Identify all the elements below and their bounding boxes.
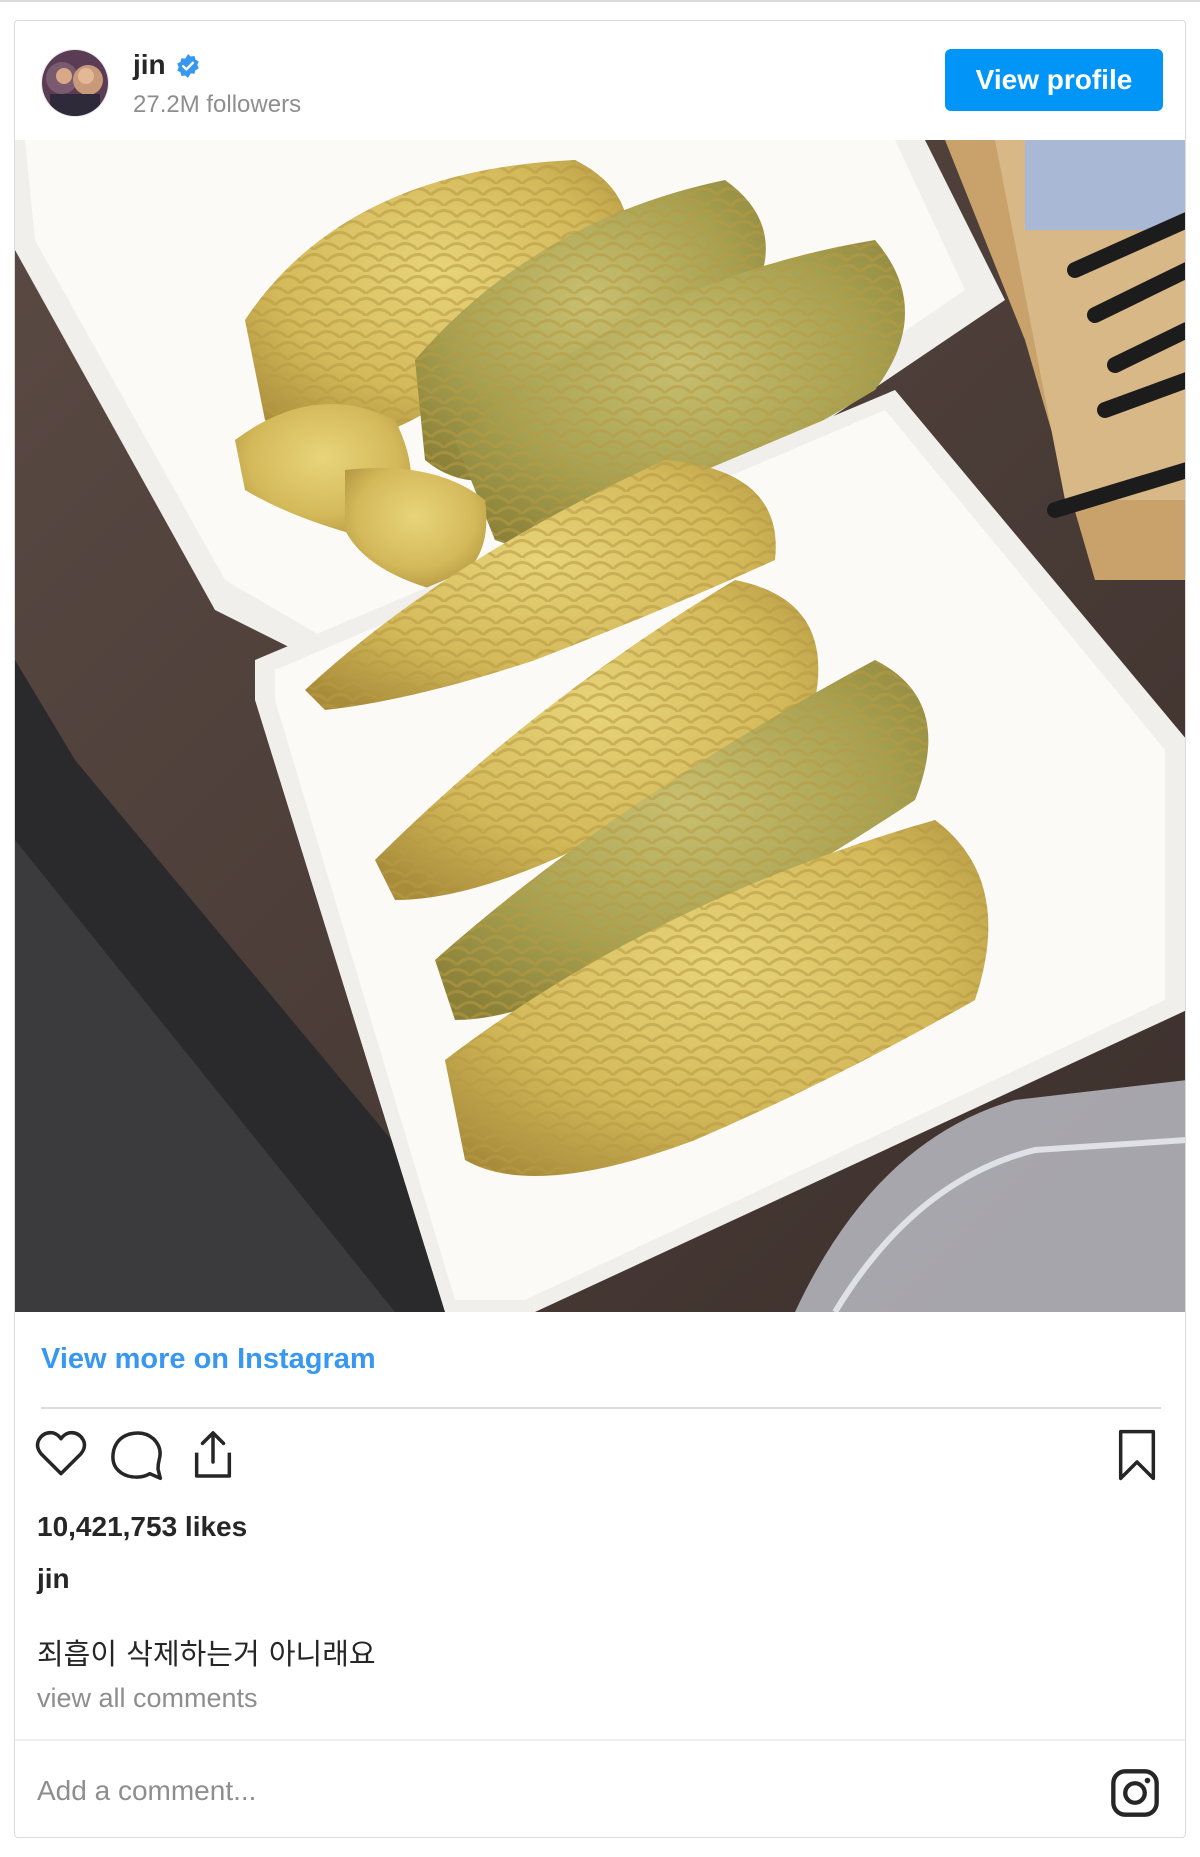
verified-badge-icon [177,54,199,78]
instagram-icon[interactable] [1109,1767,1161,1819]
caption-text: 죄흡이 삭제하는거 아니래요 [37,1637,376,1671]
instagram-embed-card: jin 27.2M followers View profile View mo… [14,20,1186,1838]
divider [15,1739,1185,1741]
action-bar [15,1421,1185,1491]
avatar[interactable] [41,49,109,117]
caption-author[interactable]: jin [37,1563,70,1595]
username[interactable]: jin [133,49,166,81]
comment-icon[interactable] [109,1427,165,1483]
heart-icon[interactable] [33,1427,89,1483]
bookmark-icon[interactable] [1109,1427,1165,1483]
view-all-comments-link[interactable]: view all comments [37,1683,258,1714]
comment-input[interactable] [37,1761,1037,1821]
post-photo[interactable] [15,140,1185,1312]
share-icon[interactable] [185,1427,241,1483]
view-profile-button[interactable]: View profile [945,49,1163,111]
page-top-border [0,0,1200,2]
follower-count: 27.2M followers [133,91,302,118]
post-header: jin 27.2M followers View profile [15,21,1185,140]
divider [41,1407,1161,1409]
like-count[interactable]: 10,421,753 likes [37,1511,247,1543]
view-more-link[interactable]: View more on Instagram [41,1343,376,1376]
